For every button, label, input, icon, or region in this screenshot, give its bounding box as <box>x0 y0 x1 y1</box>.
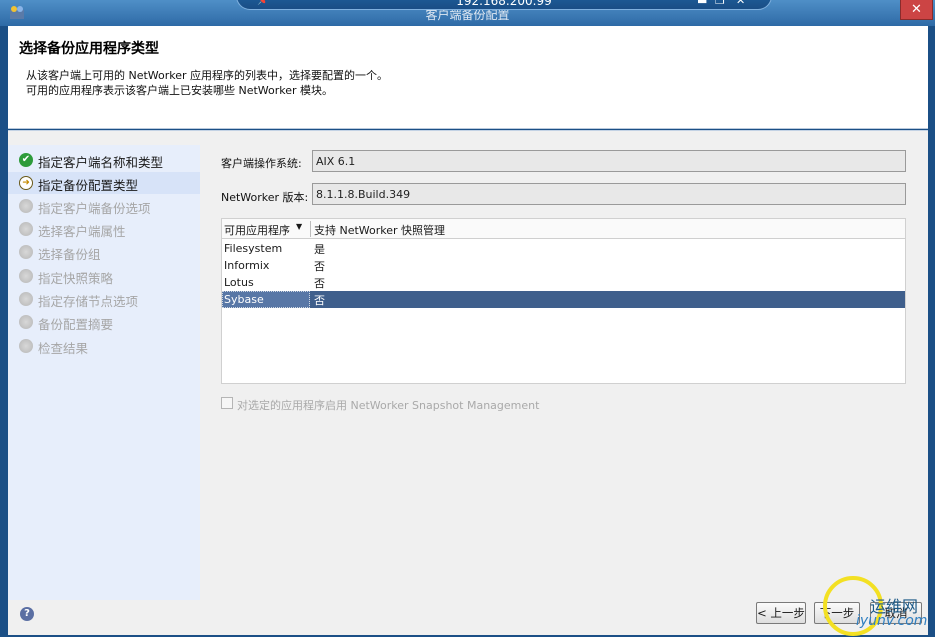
step-label: 检查结果 <box>38 341 89 356</box>
table-row[interactable]: Informix 否 <box>222 257 905 274</box>
table-row-selected[interactable]: Sybase 否 <box>222 291 905 308</box>
os-field: AIX 6.1 <box>312 150 906 172</box>
os-label: 客户端操作系统: <box>221 157 302 170</box>
step-backup-group: 选择备份组 <box>8 241 200 263</box>
cell-snapshot: 是 <box>314 243 325 256</box>
page-title: 选择备份应用程序类型 <box>19 41 159 57</box>
version-label: NetWorker 版本: <box>221 191 309 204</box>
step-label: 选择备份组 <box>38 247 101 262</box>
current-step-icon: ➜ <box>19 176 33 190</box>
step-label: 选择客户端属性 <box>38 224 126 239</box>
step-label: 指定客户端名称和类型 <box>38 155 164 170</box>
pending-step-icon <box>19 269 33 283</box>
sort-down-icon[interactable]: ▼ <box>296 222 302 231</box>
minimize-icon[interactable]: ▬ <box>697 0 707 7</box>
remote-address: 192.168.200.99 <box>456 0 552 8</box>
step-check-results: 检查结果 <box>8 335 200 357</box>
applications-table: 可用应用程序 ▼ 支持 NetWorker 快照管理 Filesystem 是 … <box>221 218 906 384</box>
description-line-1: 从该客户端上可用的 NetWorker 应用程序的列表中，选择要配置的一个。 <box>26 69 389 82</box>
table-row[interactable]: Filesystem 是 <box>222 240 905 257</box>
cell-snapshot: 否 <box>314 277 325 290</box>
wizard-steps: ✔ 指定客户端名称和类型 ➜ 指定备份配置类型 指定客户端备份选项 选择客户端属… <box>8 145 200 600</box>
back-button[interactable]: < 上一步 <box>756 602 806 624</box>
pending-step-icon <box>19 292 33 306</box>
cell-snapshot: 否 <box>314 294 325 307</box>
title-bar: 客户端备份配置 📌 192.168.200.99 ▬ ❐ ✕ ✕ <box>0 0 935 26</box>
step-client-backup-options: 指定客户端备份选项 <box>8 195 200 217</box>
pending-step-icon <box>19 222 33 236</box>
snapshot-management-label: 对选定的应用程序启用 NetWorker Snapshot Management <box>237 399 540 412</box>
close-session-icon[interactable]: ✕ <box>736 0 745 7</box>
window-close-button[interactable]: ✕ <box>900 0 933 20</box>
table-row[interactable]: Lotus 否 <box>222 274 905 291</box>
pending-step-icon <box>19 245 33 259</box>
column-divider[interactable] <box>310 221 311 237</box>
pending-step-icon <box>19 315 33 329</box>
step-backup-config-type[interactable]: ➜ 指定备份配置类型 <box>8 172 200 194</box>
cell-application: Sybase <box>224 293 264 306</box>
watermark-url: iyunv.com <box>856 613 928 629</box>
remote-session-bar: 📌 192.168.200.99 ▬ ❐ ✕ <box>236 0 772 10</box>
step-label: 指定备份配置类型 <box>38 178 139 193</box>
pending-step-icon <box>19 339 33 353</box>
cell-application: Lotus <box>224 276 254 289</box>
step-backup-summary: 备份配置摘要 <box>8 311 200 333</box>
wizard-body: ✔ 指定客户端名称和类型 ➜ 指定备份配置类型 指定客户端备份选项 选择客户端属… <box>8 130 931 636</box>
help-icon[interactable]: ? <box>20 607 34 621</box>
column-header-snapshot[interactable]: 支持 NetWorker 快照管理 <box>314 222 445 238</box>
cell-application: Informix <box>224 259 270 272</box>
pending-step-icon <box>19 199 33 213</box>
cell-application: Filesystem <box>224 242 283 255</box>
step-client-properties: 选择客户端属性 <box>8 218 200 240</box>
step-label: 指定快照策略 <box>38 271 114 286</box>
version-field: 8.1.1.8.Build.349 <box>312 183 906 205</box>
app-icon <box>10 6 24 19</box>
page-description: 从该客户端上可用的 NetWorker 应用程序的列表中，选择要配置的一个。 可… <box>26 68 388 98</box>
snapshot-management-checkbox[interactable] <box>221 397 233 409</box>
wizard-header: 选择备份应用程序类型 从该客户端上可用的 NetWorker 应用程序的列表中，… <box>8 26 928 129</box>
step-label: 备份配置摘要 <box>38 317 114 332</box>
step-client-name-type[interactable]: ✔ 指定客户端名称和类型 <box>8 149 200 171</box>
step-label: 指定存储节点选项 <box>38 294 139 309</box>
watermark-logo: 运维网 iyunv.com <box>856 593 931 633</box>
cell-snapshot: 否 <box>314 260 325 273</box>
restore-icon[interactable]: ❐ <box>715 0 725 7</box>
step-label: 指定客户端备份选项 <box>38 201 151 216</box>
step-storage-node-options: 指定存储节点选项 <box>8 288 200 310</box>
table-header: 可用应用程序 ▼ 支持 NetWorker 快照管理 <box>222 219 905 239</box>
description-line-2: 可用的应用程序表示该客户端上已安装哪些 NetWorker 模块。 <box>26 84 334 97</box>
step-snapshot-policy: 指定快照策略 <box>8 265 200 287</box>
check-icon: ✔ <box>19 153 33 167</box>
column-header-application[interactable]: 可用应用程序 <box>224 222 290 238</box>
